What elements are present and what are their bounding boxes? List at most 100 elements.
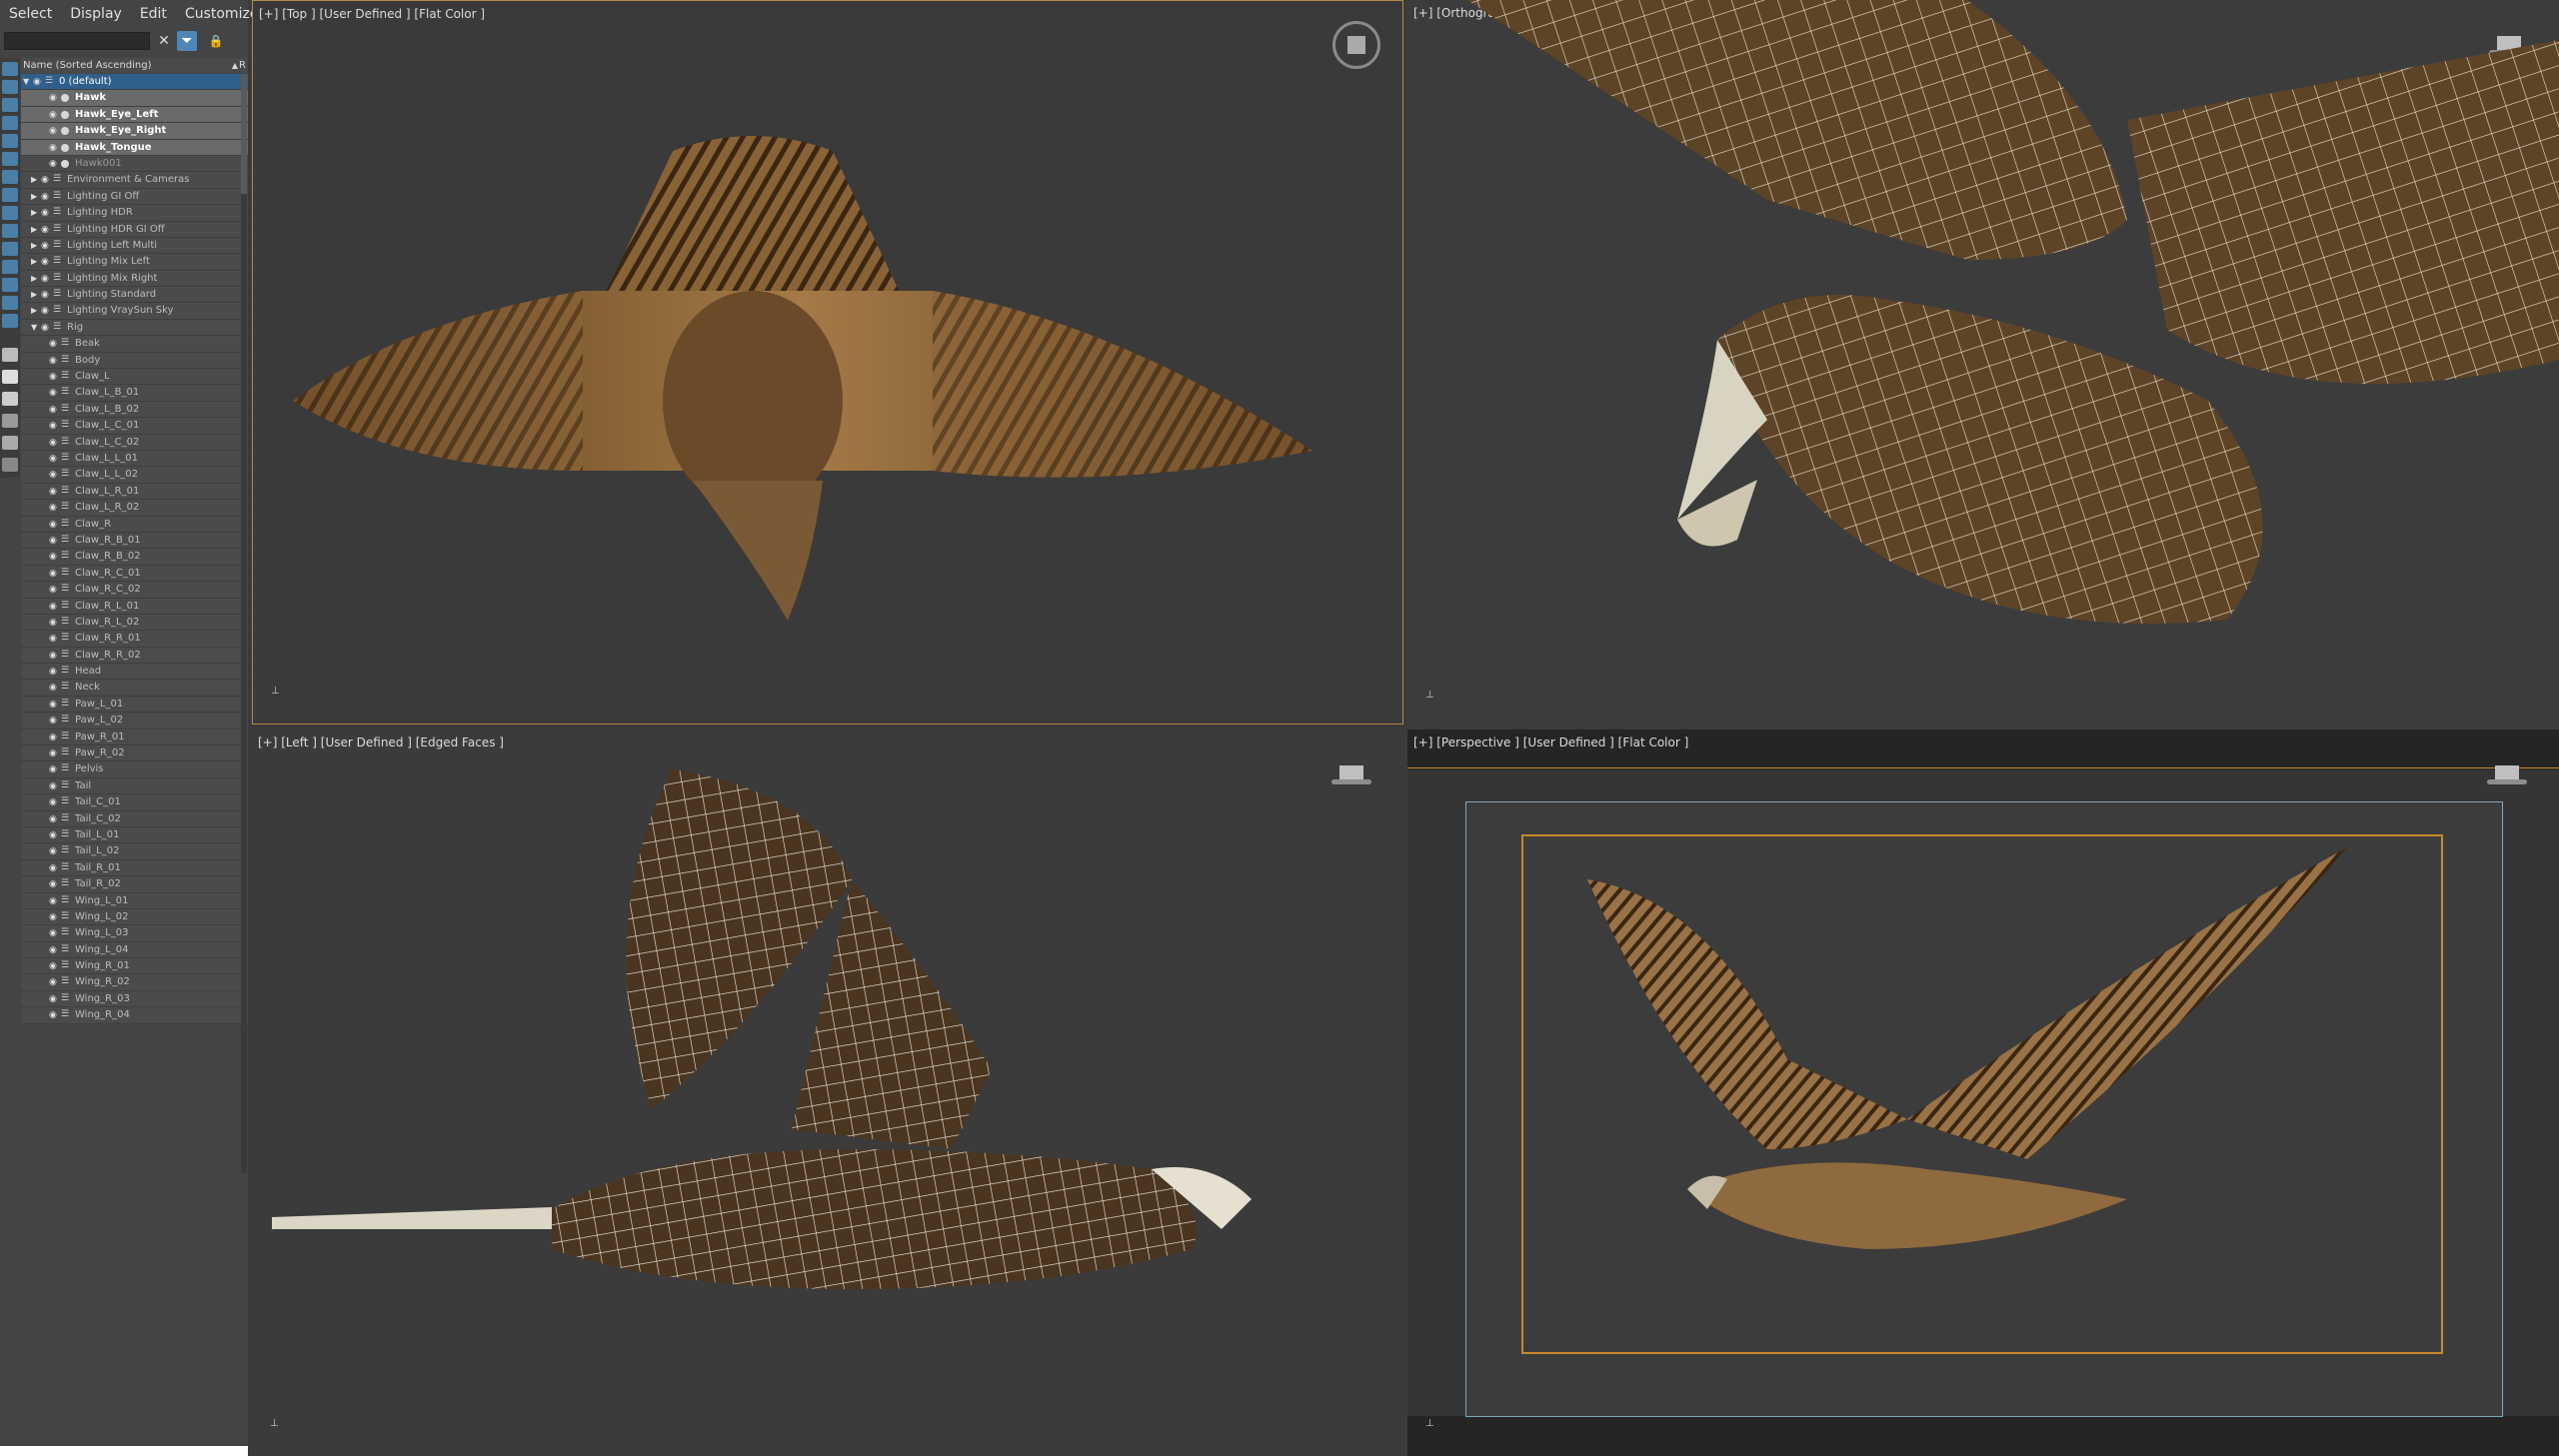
visibility-eye-icon[interactable]: ◉ [49,781,59,791]
visibility-eye-icon[interactable]: ◉ [49,388,59,398]
explorer-row[interactable]: ◉ Hawk_Eye_Left [21,106,248,124]
visibility-eye-icon[interactable]: ◉ [49,846,59,856]
explorer-row[interactable]: ▶ ◉ ☰ Lighting Standard [21,287,248,304]
visibility-eye-icon[interactable]: ◉ [49,879,59,889]
explorer-row[interactable]: ◉ ☰ Tail_L_02 [21,843,248,860]
explorer-row[interactable]: ◉ ☰ Wing_L_04 [21,941,248,959]
display-frozen-icon[interactable] [2,278,18,292]
expand-arrow-icon[interactable]: ▶ [31,205,39,220]
explorer-row[interactable]: ◉ ☰ Tail_C_02 [21,810,248,827]
visibility-eye-icon[interactable]: ◉ [49,110,59,120]
explorer-row[interactable]: ◉ ☰ Claw_R_L_01 [21,598,248,615]
explorer-row[interactable]: ◉ ☰ Head [21,664,248,681]
explorer-row[interactable]: ◉ ☰ Claw_L_C_01 [21,418,248,435]
expand-arrow-icon[interactable]: ▼ [31,320,39,335]
explorer-row[interactable]: ◉ ☰ Wing_R_02 [21,974,248,991]
expand-arrow-icon[interactable]: ▶ [31,238,39,253]
menu-display[interactable]: Display [61,0,131,28]
visibility-eye-icon[interactable]: ◉ [49,552,59,562]
expand-arrow-icon[interactable]: ▶ [31,172,39,187]
visibility-eye-icon[interactable]: ◉ [49,405,59,415]
explorer-row[interactable]: ◉ ☰ Neck [21,680,248,697]
visibility-eye-icon[interactable]: ◉ [33,77,43,87]
expand-arrow-icon[interactable]: ▶ [31,254,39,269]
display-helpers-icon[interactable] [2,152,18,166]
explorer-row[interactable]: ◉ ☰ Claw_R_C_02 [21,582,248,599]
explorer-row[interactable]: ◉ Hawk_Tongue [21,139,248,156]
visibility-eye-icon[interactable]: ◉ [49,372,59,382]
visibility-eye-icon[interactable]: ◉ [41,225,51,235]
explorer-row[interactable]: ▶ ◉ ☰ Lighting Mix Right [21,270,248,288]
visibility-eye-icon[interactable]: ◉ [49,716,59,726]
explorer-row[interactable]: ◉ Hawk_Eye_Right [21,123,248,140]
visibility-eye-icon[interactable]: ◉ [41,175,51,185]
visibility-eye-icon[interactable]: ◉ [41,208,51,218]
explorer-row[interactable]: ◉ ☰ Wing_R_03 [21,990,248,1008]
expand-arrow-icon[interactable]: ▶ [31,271,39,286]
visibility-eye-icon[interactable]: ◉ [41,192,51,202]
visibility-eye-icon[interactable]: ◉ [41,323,51,333]
explorer-row[interactable]: ◉ ☰ Claw_L_B_01 [21,385,248,402]
explorer-row[interactable]: ◉ ☰ Wing_L_03 [21,925,248,942]
explorer-row[interactable]: ◉ ☰ Tail_R_02 [21,876,248,893]
visibility-eye-icon[interactable]: ◉ [49,634,59,644]
visibility-eye-icon[interactable]: ◉ [49,683,59,693]
explorer-row[interactable]: ◉ ☰ Paw_L_01 [21,696,248,714]
visibility-eye-icon[interactable]: ◉ [49,814,59,824]
explorer-row[interactable]: ◉ ☰ Wing_R_04 [21,1007,248,1024]
visibility-eye-icon[interactable]: ◉ [49,700,59,710]
explorer-row[interactable]: ▶ ◉ ☰ Lighting HDR GI Off [21,221,248,238]
visibility-eye-icon[interactable]: ◉ [49,961,59,971]
explorer-row[interactable]: ◉ ☰ Claw_R [21,516,248,533]
invert-icon[interactable] [2,370,18,384]
visibility-eye-icon[interactable]: ◉ [49,896,59,906]
expand-arrow-icon[interactable]: ▶ [31,303,39,318]
explorer-scroll-thumb[interactable] [241,74,247,194]
visibility-eye-icon[interactable]: ◉ [49,1010,59,1020]
visibility-eye-icon[interactable]: ◉ [49,977,59,987]
visibility-eye-icon[interactable]: ◉ [49,356,59,366]
visibility-eye-icon[interactable]: ◉ [49,994,59,1004]
explorer-row[interactable]: ▶ ◉ ☰ Lighting Left Multi [21,237,248,255]
visibility-eye-icon[interactable]: ◉ [49,797,59,807]
visibility-eye-icon[interactable]: ◉ [49,339,59,349]
visibility-eye-icon[interactable]: ◉ [49,651,59,661]
visibility-eye-icon[interactable]: ◉ [41,257,51,267]
visibility-eye-icon[interactable]: ◉ [49,912,59,922]
explorer-row[interactable]: ◉ ☰ Paw_L_02 [21,713,248,729]
viewport-left[interactable]: [+] [Left ] [User Defined ] [Edged Faces… [252,729,1403,1456]
expand-arrow-icon[interactable]: ▶ [31,189,39,204]
visibility-eye-icon[interactable]: ◉ [41,241,51,251]
visibility-eye-icon[interactable]: ◉ [49,732,59,742]
explorer-row[interactable]: ◉ ☰ Tail_L_01 [21,826,248,844]
link-icon[interactable] [2,414,18,428]
explorer-row[interactable]: ◉ ☰ Beak [21,336,248,353]
display-xrefs-icon[interactable] [2,206,18,220]
explorer-row[interactable]: ▶ ◉ ☰ Lighting VraySun Sky [21,303,248,320]
explorer-row[interactable]: ◉ ☰ Claw_R_B_02 [21,549,248,566]
visibility-eye-icon[interactable]: ◉ [49,863,59,873]
column-header-name[interactable]: Name (Sorted Ascending) ▲ R [21,58,248,73]
visibility-eye-icon[interactable]: ◉ [49,503,59,513]
display-groups-icon[interactable] [2,188,18,202]
display-objects-icon[interactable] [2,62,18,76]
filter-icon[interactable]: ⏷ [177,31,197,51]
visibility-eye-icon[interactable]: ◉ [41,274,51,284]
explorer-row[interactable]: ◉ ☰ Claw_L [21,369,248,386]
explorer-row[interactable]: ◉ ☰ Claw_R_B_01 [21,532,248,550]
display-shapes-icon[interactable] [2,98,18,112]
explorer-row[interactable]: ◉ ☰ Tail [21,777,248,795]
visibility-eye-icon[interactable]: ◉ [49,830,59,840]
expand-arrow-icon[interactable]: ▶ [31,222,39,237]
explorer-row[interactable]: ◉ ☰ Wing_L_01 [21,892,248,909]
visibility-eye-icon[interactable]: ◉ [49,438,59,448]
viewport-perspective[interactable]: [+] [Perspective ] [User Defined ] [Flat… [1407,729,2559,1456]
explorer-row[interactable]: ◉ ☰ Claw_R_C_01 [21,565,248,583]
explorer-row[interactable]: ◉ Hawk001 [21,155,248,173]
explorer-row[interactable]: ▼ ◉ ☰ Rig [21,319,248,337]
visibility-eye-icon[interactable]: ◉ [49,93,59,103]
visibility-eye-icon[interactable]: ◉ [49,945,59,955]
sync-selection-icon[interactable] [2,392,18,406]
explorer-row[interactable]: ◉ ☰ Wing_R_01 [21,958,248,975]
explorer-row[interactable]: ◉ ☰ Paw_R_02 [21,745,248,762]
